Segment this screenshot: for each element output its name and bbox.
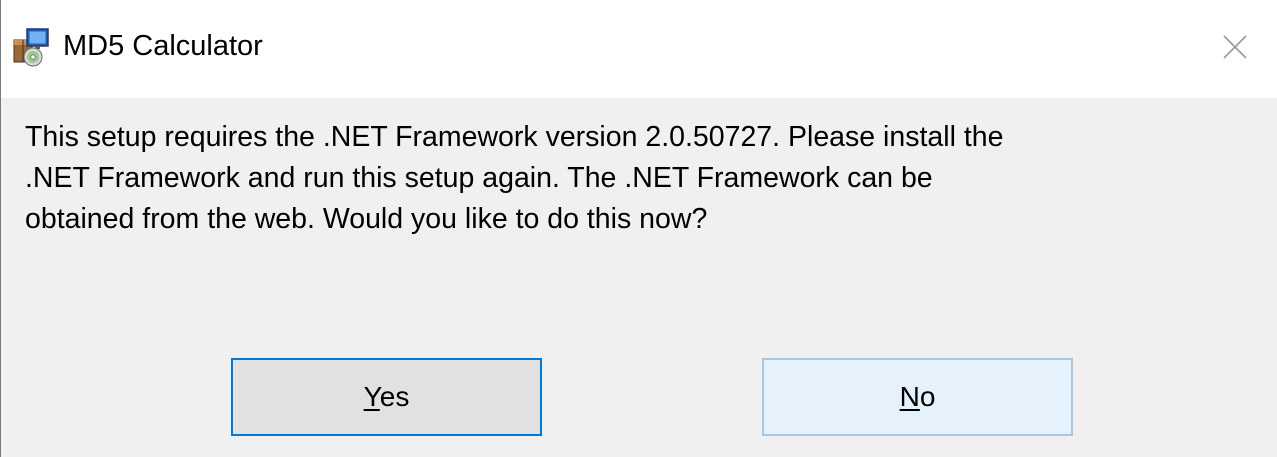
close-icon [1223, 35, 1247, 59]
message-line: obtained from the web. Would you like to… [25, 203, 708, 235]
yes-label-rest: es [379, 381, 410, 412]
message-line: .NET Framework and run this setup again.… [25, 162, 933, 194]
yes-button[interactable]: Yes [231, 358, 542, 436]
no-mnemonic: N [899, 381, 920, 412]
no-button[interactable]: No [762, 358, 1073, 436]
window-title: MD5 Calculator [63, 30, 263, 62]
no-label-rest: o [919, 381, 936, 412]
close-button[interactable] [1207, 22, 1261, 72]
title-bar[interactable]: MD5 Calculator [1, 0, 1277, 98]
installer-package-icon [11, 26, 51, 68]
no-button-label: No [900, 381, 936, 413]
yes-button-label: Yes [364, 381, 410, 413]
dialog-message: This setup requires the .NET Framework v… [25, 117, 1265, 240]
message-line: This setup requires the .NET Framework v… [25, 121, 1004, 153]
yes-mnemonic: Y [363, 381, 380, 412]
message-dialog: MD5 Calculator This setup requires the .… [0, 0, 1277, 457]
